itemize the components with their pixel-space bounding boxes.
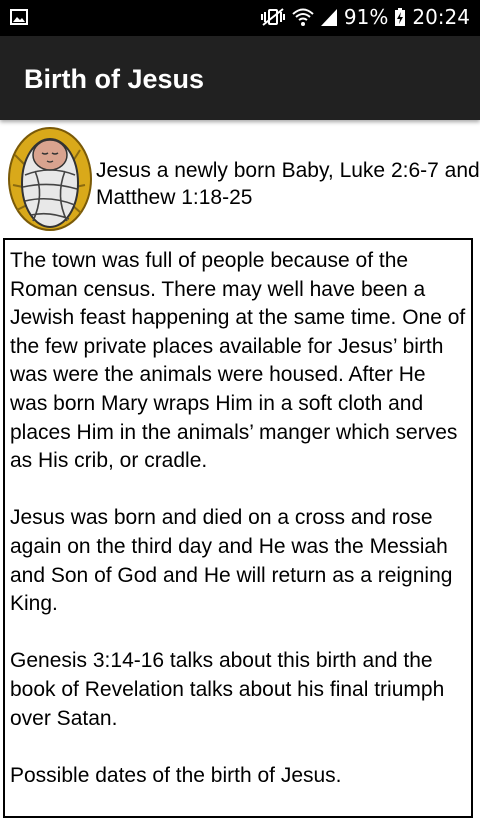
page-title: Birth of Jesus xyxy=(24,64,205,94)
status-bar: 91% 20:24 xyxy=(0,0,480,36)
image-icon xyxy=(10,9,28,25)
battery-percent: 91% xyxy=(343,5,389,29)
battery-charging-icon xyxy=(394,7,406,27)
paragraph: Jesus was born and died on a cross and r… xyxy=(10,506,453,616)
vibrate-muted-icon xyxy=(260,7,286,27)
article-text[interactable]: The town was full of people because of t… xyxy=(3,238,473,818)
cell-signal-icon xyxy=(320,7,338,27)
paragraph: Possible dates of the birth of Jesus. xyxy=(10,763,342,787)
swaddled-baby-in-manger-icon xyxy=(5,125,95,233)
paragraph: Genesis 3:14-16 talks about this birth a… xyxy=(10,649,445,730)
topic-header: Jesus a newly born Baby, Luke 2:6-7 and … xyxy=(0,120,480,238)
clock: 20:24 xyxy=(412,5,470,29)
topic-heading: Jesus a newly born Baby, Luke 2:6-7 and … xyxy=(96,159,480,209)
paragraph: The town was full of people because of t… xyxy=(10,249,466,473)
wifi-icon xyxy=(292,7,314,27)
app-bar: Birth of Jesus xyxy=(0,36,480,120)
